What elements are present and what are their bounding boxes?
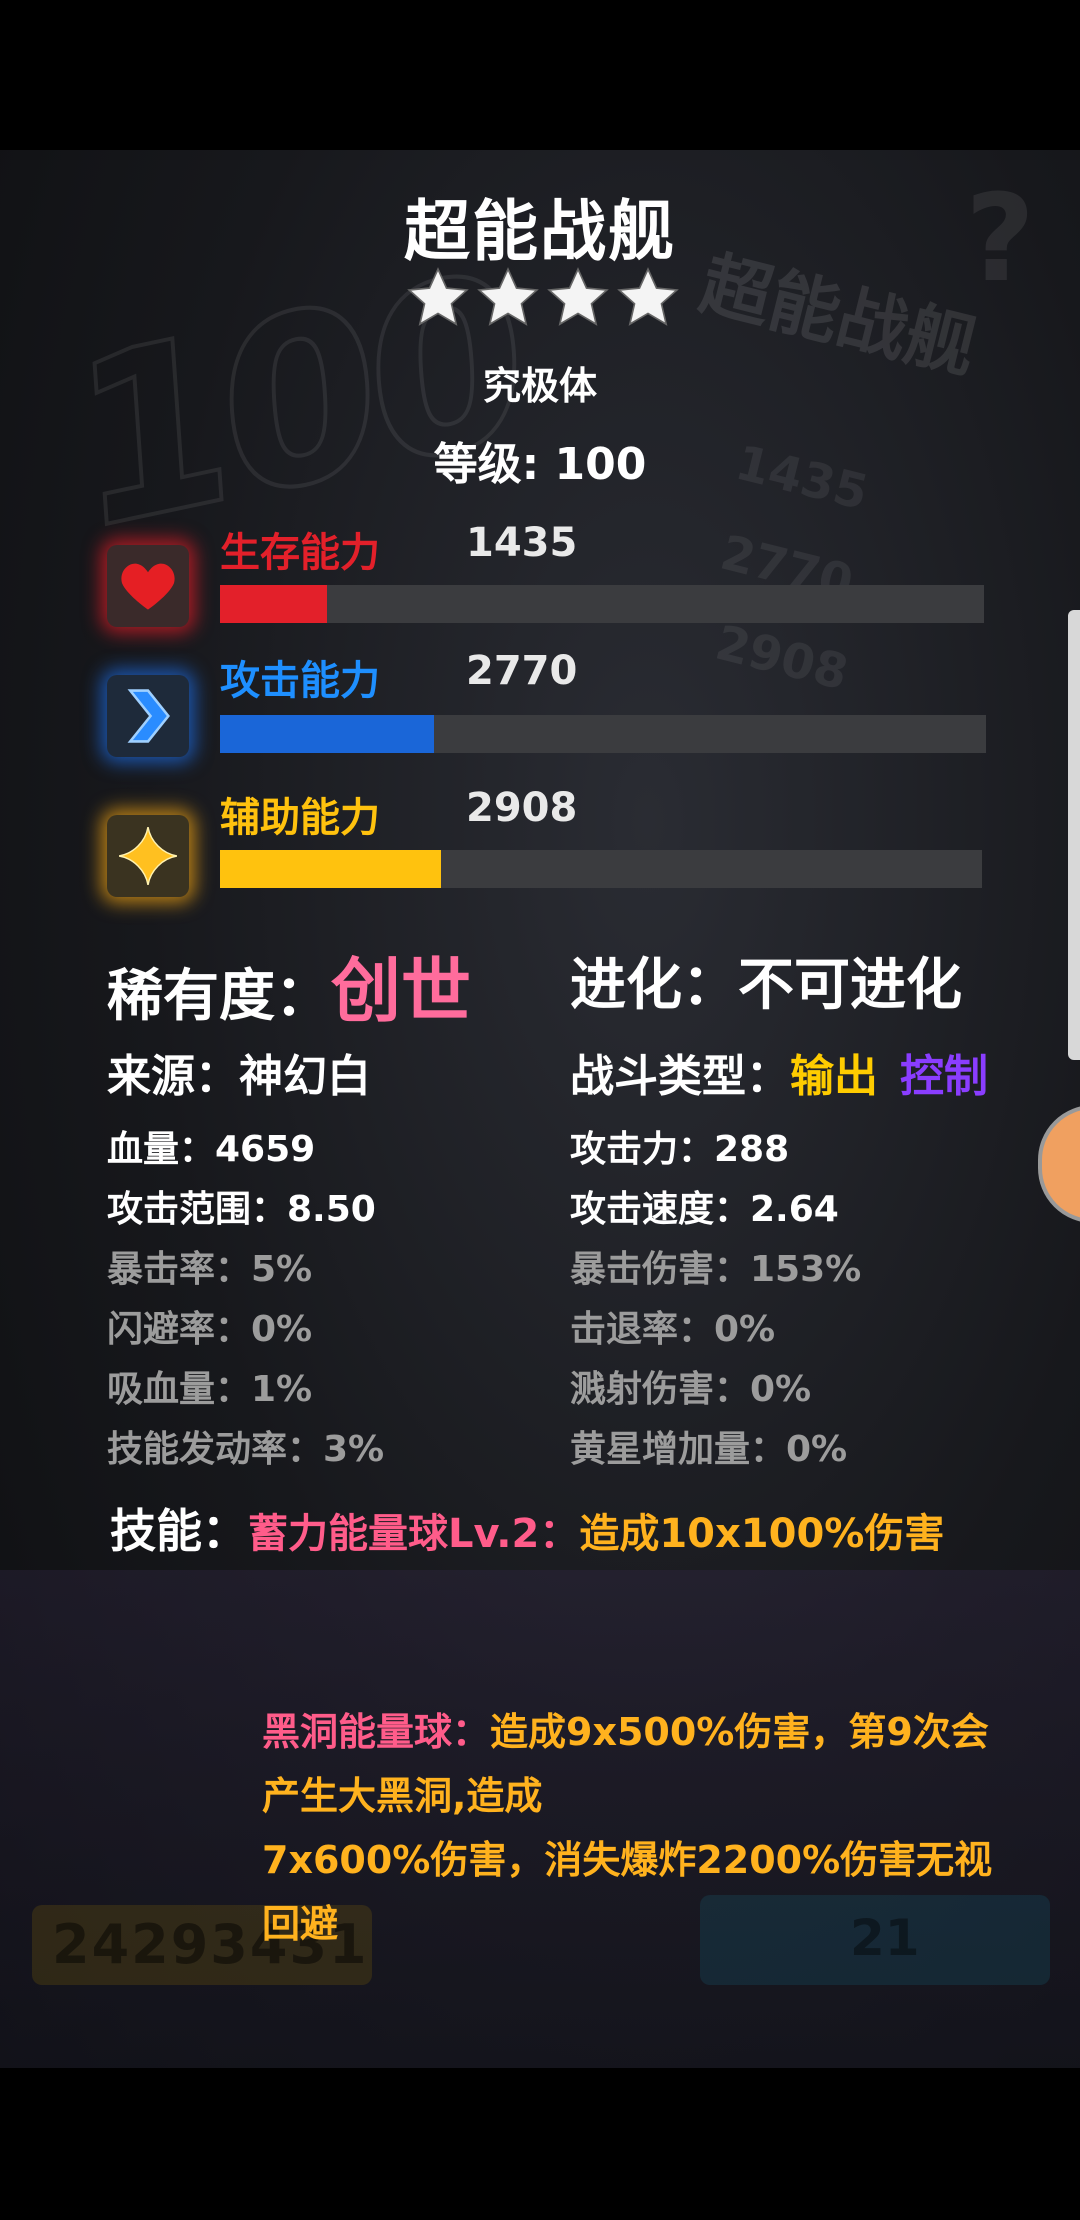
survival-stat-value: 1435 [466, 520, 578, 566]
support-stat-bar-fill [220, 850, 441, 888]
survival-stat-icon [107, 545, 189, 627]
survival-stat-bar-fill [220, 585, 327, 623]
yellow-star-bonus-stat: 黄星增加量：0% [570, 1429, 848, 1470]
level-text: 等级: 100 [433, 439, 647, 490]
attack-power-stat: 攻击力：288 [570, 1129, 790, 1170]
rarity-value: 创世 [331, 950, 471, 1032]
support-stat-bar [220, 850, 982, 888]
survival-stat-label: 生存能力 [220, 530, 380, 576]
monster-name: 超能战舰 [404, 193, 676, 270]
attack-stat-bar [220, 715, 986, 753]
survival-stat-bar [220, 585, 984, 623]
lifesteal-stat: 吸血量：1% [107, 1369, 313, 1410]
side-scroll-handle[interactable] [1068, 610, 1080, 1060]
skill-name: 蓄力能量球Lv.2： [248, 1511, 580, 1557]
splash-damage-stat: 溅射伤害：0% [570, 1369, 812, 1410]
upgraded-skill-description: 黑洞能量球：造成9x500%伤害，第9次会产生大黑洞,造成 7x600%伤害，消失… [262, 1700, 1022, 1956]
attack-speed-stat: 攻击速度：2.64 [570, 1189, 839, 1230]
skill-row: 技能：蓄力能量球Lv.2：造成10x100%伤害 [110, 1495, 944, 1561]
floating-assist-button[interactable] [1038, 1105, 1080, 1223]
support-stat-icon [107, 815, 189, 897]
star-rating [405, 265, 681, 345]
sparkle-icon [119, 827, 177, 885]
navigation-bar-area [0, 2068, 1080, 2220]
skill-heading: 技能： [110, 1504, 248, 1558]
attack-stat-bar-fill [220, 715, 435, 753]
crit-damage-stat: 暴击伤害：153% [570, 1249, 862, 1290]
rarity-row: 稀有度：创世 [107, 935, 471, 1036]
skill-effect: 造成10x100%伤害 [579, 1511, 945, 1557]
evolution-info: 进化：不可进化 [570, 953, 962, 1018]
hp-stat: 血量：4659 [107, 1129, 316, 1170]
battle-type-output: 输出 [790, 1051, 878, 1102]
star-icon [617, 267, 679, 326]
star-icon [547, 267, 609, 326]
attack-stat-label: 攻击能力 [220, 658, 380, 704]
star-icon [477, 267, 539, 326]
knockback-rate-stat: 击退率：0% [570, 1309, 776, 1350]
star-icon [407, 267, 469, 326]
battle-type-control: 控制 [900, 1051, 988, 1102]
rarity-label: 稀有度： [107, 964, 331, 1029]
dodge-rate-stat: 闪避率：0% [107, 1309, 313, 1350]
chevron-right-icon [127, 689, 170, 743]
support-stat-label: 辅助能力 [220, 795, 380, 841]
battle-type-row: 战斗类型：输出 控制 [570, 1040, 988, 1104]
upgraded-skill-effect-2: 7x600%伤害，消失爆炸2200%伤害无视回避 [262, 1838, 993, 1946]
status-bar-area [0, 0, 1080, 150]
skill-rate-stat: 技能发动率：3% [107, 1429, 385, 1470]
attack-stat-value: 2770 [466, 648, 578, 694]
attack-range-stat: 攻击范围：8.50 [107, 1189, 376, 1230]
source-info: 来源：神幻白 [107, 1051, 371, 1102]
support-stat-value: 2908 [466, 785, 578, 831]
monster-info-panel: 100 超能战舰 1435 2770 2908 ? 24293431 21 超能… [0, 150, 1080, 2068]
battle-type-label: 战斗类型： [570, 1051, 790, 1102]
bg-ghost-value: 2908 [710, 614, 854, 702]
evolution-form: 究极体 [482, 364, 597, 408]
attack-stat-icon [107, 675, 189, 757]
upgraded-skill-name: 黑洞能量球： [262, 1710, 491, 1754]
heart-icon [121, 563, 175, 610]
crit-rate-stat: 暴击率：5% [107, 1249, 313, 1290]
